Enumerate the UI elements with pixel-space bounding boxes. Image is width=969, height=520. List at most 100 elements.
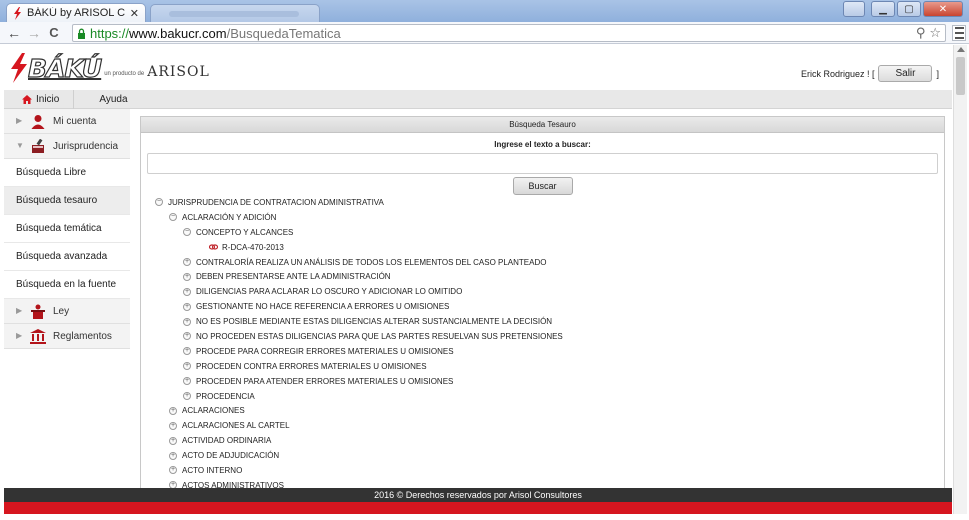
sidebar-link-busqueda-tematica[interactable]: Búsqueda temática [4,215,130,243]
tree-node-label: PROCEDEN CONTRA ERRORES MATERIALES U OMI… [196,361,427,371]
user-icon [31,115,45,129]
tree-node-label: PROCEDE PARA CORREGIR ERRORES MATERIALES… [196,346,454,356]
tree-node-label: DEBEN PRESENTARSE ANTE LA ADMINISTRACIÓN [196,272,391,282]
sidebar-item-reglamentos[interactable]: ▶ Reglamentos [4,324,130,349]
tree-node[interactable]: + PROCEDENCIA [155,389,935,404]
zoom-icon[interactable]: ⚲ [916,25,926,41]
tree-node-label: ACTO INTERNO [182,465,243,475]
sidebar-item-label: Mi cuenta [53,116,97,127]
expand-toggle-icon[interactable]: + [183,302,191,311]
tree-node[interactable]: + NO PROCEDEN ESTAS DILIGENCIAS PARA QUE … [155,329,935,344]
baku-logo[interactable]: BÁKÚ un producto de ARISOL [10,53,210,83]
sidebar-item-mi-cuenta[interactable]: ▶ Mi cuenta [4,109,130,134]
user-bracket-close: ] [936,68,939,79]
expand-toggle-icon[interactable]: + [183,377,191,386]
sidebar-item-ley[interactable]: ▶ Ley [4,299,130,324]
address-bar[interactable]: https://www.bakucr.com/BusquedaTematica … [72,24,946,42]
collapse-toggle-icon[interactable]: − [155,198,163,207]
tree-node[interactable]: + PROCEDE PARA CORREGIR ERRORES MATERIALE… [155,344,935,359]
user-greeting: Erick Rodriguez ! [ [800,68,875,79]
expand-toggle-icon[interactable]: + [169,421,177,430]
bolt-icon [14,6,21,20]
tree-node[interactable]: + GESTIONANTE NO HACE REFERENCIA A ERRORE… [155,299,935,314]
tree-node[interactable]: + CONTRALORÍA REALIZA UN ANÁLISIS DE TODO… [155,255,935,270]
star-icon[interactable]: ☆ [929,25,941,41]
sidebar-link-busqueda-fuente[interactable]: Búsqueda en la fuente [4,271,130,299]
back-arrow-icon[interactable]: ← [4,25,24,41]
expand-toggle-icon[interactable]: + [183,287,191,296]
sidebar-link-busqueda-libre[interactable]: Búsqueda Libre [4,159,130,187]
panel-title: Búsqueda Tesauro [141,117,944,133]
url-scheme: https:// [90,25,130,41]
tree-node[interactable]: + DILIGENCIAS PARA ACLARAR LO OSCURO Y AD… [155,284,935,299]
expand-toggle-icon[interactable]: + [169,436,177,445]
reload-icon[interactable]: C [44,25,64,40]
tree-node[interactable]: − ACLARACIÓN Y ADICIÓN [155,210,935,225]
browser-tab-inactive[interactable] [150,4,320,22]
thesaurus-panel: Búsqueda Tesauro Ingrese el texto a busc… [140,116,945,520]
tree-node-label: ACTIVIDAD ORDINARIA [182,436,272,446]
tree-node[interactable]: + ACLARACIONES [155,403,935,418]
browser-tab-active[interactable]: BÁKÚ by ARISOL Consulto ✕ [6,3,146,22]
tree-node-label: ACLARACIONES [182,406,245,416]
sidebar: ▶ Mi cuenta ▼ Jurisprudencia Búsqueda Li… [4,109,130,519]
search-label: Ingrese el texto a buscar: [494,140,591,149]
expand-toggle-icon[interactable]: + [183,258,191,266]
sidebar-item-jurisprudencia[interactable]: ▼ Jurisprudencia [4,134,130,159]
maximize-icon[interactable]: ▢ [897,1,921,17]
menu-home-label: Inicio [36,93,60,105]
tree-node[interactable]: + PROCEDEN CONTRA ERRORES MATERIALES U OM… [155,359,935,374]
logo-arisol-text: ARISOL [147,64,210,80]
browser-menu-icon[interactable] [952,25,966,41]
tree-node[interactable]: + NO ES POSIBLE MEDIANTE ESTAS DILIGENCIA… [155,314,935,329]
logout-button[interactable]: Salir [878,65,933,82]
collapse-toggle-icon[interactable]: − [169,213,177,222]
expand-toggle-icon[interactable]: + [183,317,191,326]
sidebar-item-label: Reglamentos [53,331,112,342]
tree-node-label: PROCEDEN PARA ATENDER ERRORES MATERIALES… [196,376,454,386]
chevron-right-icon: ▶ [16,116,23,125]
expand-toggle-icon[interactable]: + [169,406,177,415]
expand-toggle-icon[interactable]: + [183,347,191,356]
tree-node[interactable]: + ACTO DE ADJUDICACIÓN [155,448,935,463]
sidebar-item-label: Jurisprudencia [53,141,119,152]
expand-toggle-icon[interactable]: + [183,362,191,371]
tree-node[interactable]: + ACLARACIONES AL CARTEL [155,418,935,433]
scroll-thumb[interactable] [956,57,965,95]
site-footer: 2016 © Derechos reservados por Arisol Co… [4,488,952,502]
tree-node-label: GESTIONANTE NO HACE REFERENCIA A ERRORES… [196,302,450,312]
search-button[interactable]: Buscar [512,177,573,195]
tree-node[interactable]: + PROCEDEN PARA ATENDER ERRORES MATERIALE… [155,374,935,389]
tree-node[interactable]: + ACTIVIDAD ORDINARIA [155,433,935,448]
tree-node[interactable]: − JURISPRUDENCIA DE CONTRATACION ADMINIST… [155,195,935,210]
collapse-toggle-icon[interactable]: − [183,228,191,237]
page-scrollbar[interactable] [953,45,967,520]
expand-toggle-icon[interactable]: + [169,451,177,460]
tree-node[interactable]: + DEBEN PRESENTARSE ANTE LA ADMINISTRACIÓ… [155,269,935,284]
tree-node[interactable]: R-DCA-470-2013 [155,240,935,255]
url-host: www.bakucr.com [129,25,227,41]
browser-toolbar: ← → C https://www.bakucr.com/BusquedaTem… [0,22,969,44]
thesaurus-tree: − JURISPRUDENCIA DE CONTRATACION ADMINIST… [155,195,935,493]
tree-node[interactable]: − CONCEPTO Y ALCANCES [155,225,935,240]
close-window-icon[interactable]: ✕ [923,1,963,17]
minimize-icon[interactable]: ▁ [871,1,895,17]
expand-toggle-icon[interactable]: + [183,332,191,341]
menu-item-help[interactable]: Ayuda [74,94,127,105]
sidebar-link-busqueda-avanzada[interactable]: Búsqueda avanzada [4,243,130,271]
expand-toggle-icon[interactable]: + [169,466,177,475]
logo-tagline: un producto de [104,71,145,77]
scroll-up-icon[interactable] [957,47,965,52]
expand-toggle-icon[interactable]: + [183,272,191,281]
expand-toggle-icon[interactable]: + [183,392,191,401]
search-input[interactable] [147,153,938,174]
tree-node-label: PROCEDENCIA [196,391,255,401]
profile-icon[interactable] [843,1,865,17]
page-viewport: BÁKÚ un producto de ARISOL Erick Rodrigu… [4,45,952,520]
menu-item-home[interactable]: Inicio [4,89,75,109]
tree-node[interactable]: + ACTO INTERNO [155,463,935,478]
tab-close-icon[interactable]: ✕ [130,7,139,20]
sidebar-link-busqueda-tesauro[interactable]: Búsqueda tesauro [4,187,130,215]
window-controls: ▁ ▢ ✕ [843,1,963,17]
forward-arrow-icon[interactable]: → [24,25,44,41]
